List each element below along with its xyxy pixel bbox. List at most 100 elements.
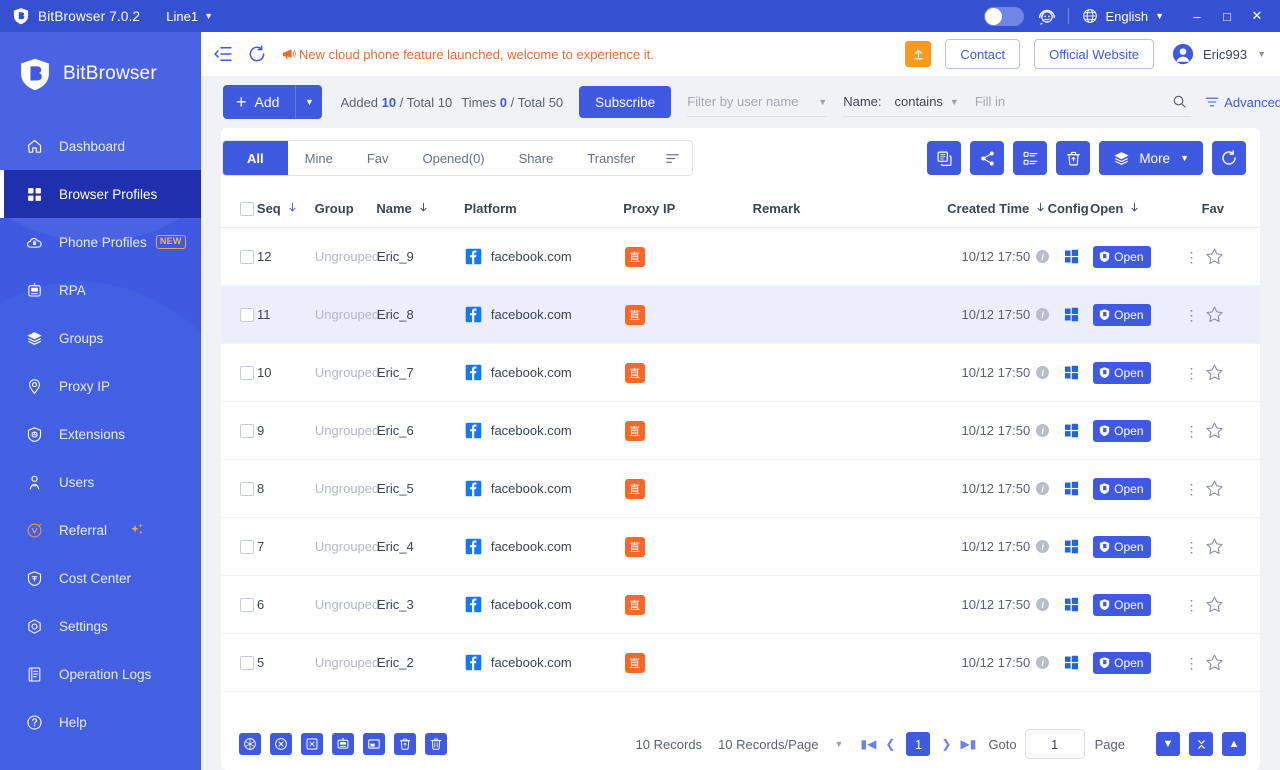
cell-name[interactable]: Eric_3 [377, 597, 465, 612]
table-row[interactable]: 5 Ungrouped Eric_2 facebook.com 直 10/12 17:50… [221, 634, 1260, 692]
table-row[interactable]: 11 Ungrouped Eric_8 facebook.com 直 10/12 17:5… [221, 286, 1260, 344]
cell-config[interactable] [1049, 423, 1093, 438]
add-button[interactable]: + Add [223, 85, 296, 119]
language-chevron-down-icon[interactable]: ▼ [1155, 11, 1164, 21]
collapse-button[interactable] [1189, 732, 1213, 756]
sidebar-item-browser-profiles[interactable]: Browser Profiles [0, 170, 201, 218]
row-checkbox[interactable] [239, 365, 254, 380]
cell-fav[interactable] [1205, 305, 1260, 324]
cell-row-menu[interactable]: ⋮ [1179, 598, 1205, 612]
line-chevron-down-icon[interactable]: ▼ [204, 11, 213, 21]
column-header-name[interactable]: Name [376, 201, 464, 217]
rpa-run-button[interactable] [332, 733, 354, 755]
cell-proxy-ip[interactable]: 直 [624, 478, 755, 499]
copy-profile-button[interactable] [927, 141, 962, 175]
official-website-button[interactable]: Official Website [1034, 39, 1154, 69]
cell-name[interactable]: Eric_7 [377, 365, 465, 380]
info-icon[interactable]: i [1036, 598, 1050, 611]
cell-proxy-ip[interactable]: 直 [624, 536, 755, 557]
name-search-input[interactable]: Fill in [975, 94, 1172, 109]
open-profile-button[interactable]: Open [1093, 303, 1151, 326]
more-vertical-icon[interactable]: ⋮ [1185, 598, 1200, 612]
cell-config[interactable] [1049, 597, 1093, 612]
sidebar-item-help[interactable]: Help [0, 698, 201, 746]
column-header-created-time[interactable]: Created Time [907, 201, 1046, 217]
next-page-button[interactable]: ❯ [935, 732, 957, 756]
row-checkbox[interactable] [239, 423, 254, 438]
table-row[interactable]: 7 Ungrouped Eric_4 facebook.com 直 10/12 17:50… [221, 518, 1260, 576]
info-icon[interactable]: i [1036, 308, 1050, 321]
column-header-open[interactable]: Open [1090, 201, 1176, 217]
close-button[interactable]: ✕ [1242, 2, 1272, 30]
cell-proxy-ip[interactable]: 直 [624, 246, 755, 267]
open-profile-button[interactable]: Open [1093, 245, 1151, 268]
last-page-button[interactable]: ▶▮ [957, 732, 979, 756]
name-condition-select[interactable]: contains [895, 94, 943, 109]
row-checkbox[interactable] [239, 249, 254, 264]
cell-config[interactable] [1049, 655, 1093, 670]
tab-all[interactable]: All [223, 141, 288, 175]
select-all-checkbox[interactable] [239, 201, 254, 216]
row-checkbox[interactable] [239, 539, 254, 554]
row-checkbox[interactable] [239, 655, 254, 670]
cell-name[interactable]: Eric_8 [377, 307, 465, 322]
row-checkbox[interactable] [239, 481, 254, 496]
cell-fav[interactable] [1205, 479, 1260, 498]
sidebar-item-groups[interactable]: Groups [0, 314, 201, 362]
cell-proxy-ip[interactable]: 直 [624, 594, 755, 615]
sidebar-item-operation-logs[interactable]: Operation Logs [0, 650, 201, 698]
sidebar-item-dashboard[interactable]: Dashboard [0, 122, 201, 170]
tab-opened[interactable]: Opened(0) [405, 141, 501, 175]
sidebar-item-settings[interactable]: Settings [0, 602, 201, 650]
cell-config[interactable] [1049, 481, 1093, 496]
tab-mine[interactable]: Mine [288, 141, 350, 175]
cell-fav[interactable] [1205, 247, 1260, 266]
more-vertical-icon[interactable]: ⋮ [1185, 366, 1200, 380]
sidebar-item-extensions[interactable]: Extensions [0, 410, 201, 458]
close-all-button[interactable] [270, 733, 292, 755]
cell-fav[interactable] [1205, 653, 1260, 672]
open-profile-button[interactable]: Open [1093, 477, 1151, 500]
support-headset-icon[interactable] [1036, 5, 1058, 27]
sidebar-item-phone-profiles[interactable]: Phone Profiles NEW [0, 218, 201, 266]
notice-banner[interactable]: New cloud phone feature launched, welcom… [281, 47, 654, 62]
line-selector-label[interactable]: Line1 [166, 9, 198, 24]
refresh-icon[interactable] [247, 44, 267, 64]
more-actions-button[interactable]: More ▼ [1099, 141, 1203, 175]
cell-row-menu[interactable]: ⋮ [1179, 482, 1205, 496]
more-vertical-icon[interactable]: ⋮ [1185, 308, 1200, 322]
cell-row-menu[interactable]: ⋮ [1179, 424, 1205, 438]
contact-button[interactable]: Contact [945, 39, 1021, 69]
collapse-sidebar-icon[interactable] [213, 44, 233, 64]
share-profile-button[interactable] [970, 141, 1005, 175]
table-row[interactable]: 8 Ungrouped Eric_5 facebook.com 直 10/12 17:50… [221, 460, 1260, 518]
clear-cache-button[interactable] [239, 733, 261, 755]
language-label[interactable]: English [1105, 9, 1148, 24]
open-profile-button[interactable]: Open [1093, 419, 1151, 442]
sidebar-item-rpa[interactable]: RPA [0, 266, 201, 314]
cell-row-menu[interactable]: ⋮ [1179, 250, 1205, 264]
tab-transfer[interactable]: Transfer [570, 141, 652, 175]
info-icon[interactable]: i [1036, 424, 1050, 437]
prev-page-button[interactable]: ❮ [879, 732, 901, 756]
table-row[interactable]: 9 Ungrouped Eric_6 facebook.com 直 10/12 17:50… [221, 402, 1260, 460]
user-menu[interactable]: Eric993 ▼ [1172, 43, 1266, 65]
batch-edit-button[interactable] [1013, 141, 1048, 175]
info-icon[interactable]: i [1036, 366, 1050, 379]
cell-config[interactable] [1049, 539, 1093, 554]
theme-toggle[interactable] [984, 6, 1025, 26]
info-icon[interactable]: i [1036, 250, 1050, 263]
page-number-1[interactable]: 1 [906, 732, 931, 756]
cell-name[interactable]: Eric_6 [377, 423, 465, 438]
sidebar-item-cost-center[interactable]: Cost Center [0, 554, 201, 602]
upgrade-button[interactable] [905, 41, 932, 67]
advanced-filter-button[interactable]: Advanced [1205, 95, 1280, 110]
scroll-up-button[interactable]: ▲ [1222, 732, 1246, 756]
row-checkbox[interactable] [239, 307, 254, 322]
sidebar-item-proxy-ip[interactable]: Proxy IP [0, 362, 201, 410]
cell-name[interactable]: Eric_4 [377, 539, 465, 554]
more-vertical-icon[interactable]: ⋮ [1185, 656, 1200, 670]
cell-row-menu[interactable]: ⋮ [1179, 308, 1205, 322]
goto-page-input[interactable]: 1 [1024, 729, 1085, 759]
cell-config[interactable] [1049, 249, 1093, 264]
